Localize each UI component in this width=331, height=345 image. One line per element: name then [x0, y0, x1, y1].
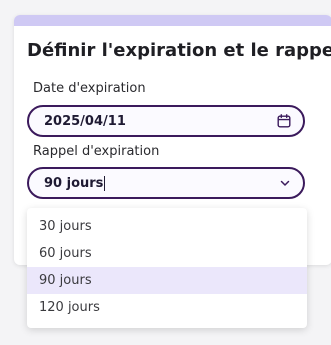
option-60-jours[interactable]: 60 jours [27, 240, 307, 267]
expiration-date-label: Date d'expiration [33, 81, 146, 96]
reminder-label: Rappel d'expiration [33, 144, 160, 159]
option-30-jours[interactable]: 30 jours [27, 213, 307, 240]
reminder-select-value: 90 jours [44, 175, 104, 191]
expiration-date-value: 2025/04/11 [44, 113, 126, 129]
dialog-title: Définir l'expiration et le rappel [27, 40, 331, 61]
expiration-date-field[interactable]: 2025/04/11 [27, 105, 305, 137]
calendar-icon[interactable] [277, 114, 291, 128]
option-90-jours[interactable]: 90 jours [27, 267, 307, 294]
option-120-jours[interactable]: 120 jours [27, 294, 307, 321]
text-caret [104, 175, 106, 191]
dialog-header-strip [14, 15, 331, 26]
chevron-down-icon[interactable] [279, 177, 291, 189]
reminder-options-list: 30 jours 60 jours 90 jours 120 jours [27, 208, 307, 328]
reminder-select[interactable]: 90 jours [27, 167, 305, 199]
